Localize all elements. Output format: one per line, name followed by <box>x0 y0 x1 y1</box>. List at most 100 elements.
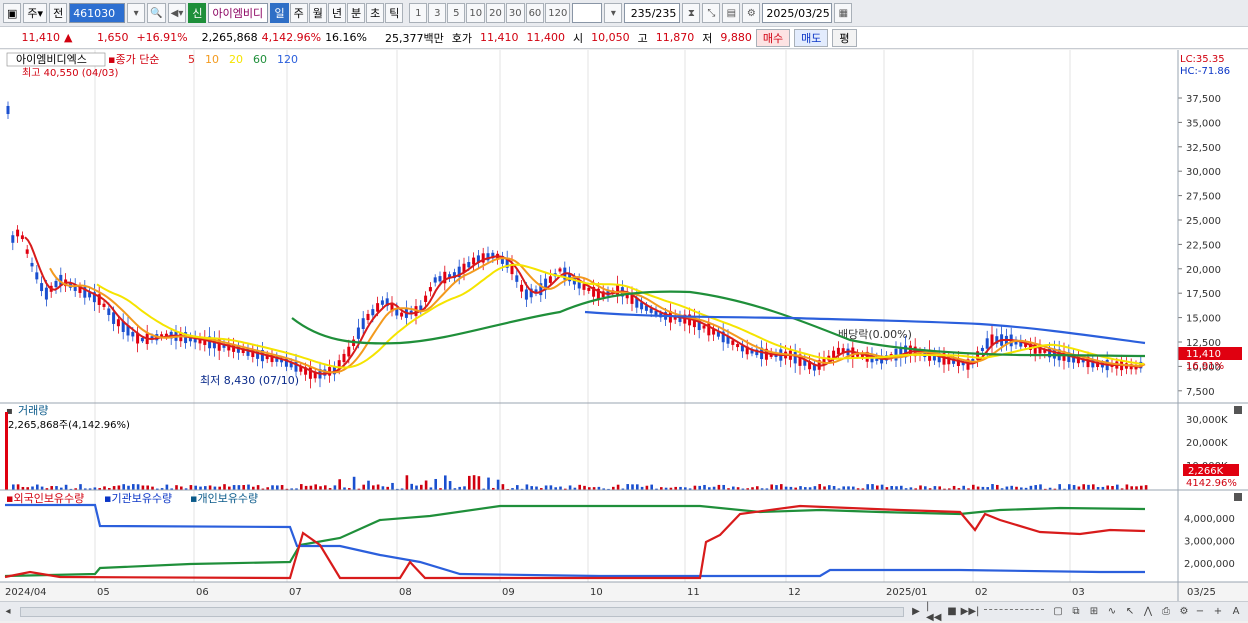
count-field[interactable]: 235/235 <box>624 3 681 23</box>
buy-button[interactable]: 매수 <box>755 28 791 47</box>
draw-icon[interactable]: ⤡ <box>702 3 721 23</box>
calendar-icon[interactable]: ▦ <box>834 3 853 23</box>
candle-body <box>16 229 20 237</box>
scroll-left-icon[interactable]: ◂ <box>0 604 16 620</box>
period-tab-2[interactable]: 월 <box>308 3 327 23</box>
low-annotation: 최저 8,430 (07/10) <box>200 374 299 387</box>
number-tab-10[interactable]: 10 <box>466 3 486 23</box>
candle-body <box>6 105 10 115</box>
playback-control-0[interactable]: ▶ <box>908 604 924 620</box>
volume-panel-close-icon[interactable] <box>1234 406 1242 414</box>
number-tab-20[interactable]: 20 <box>486 3 505 23</box>
print-icon[interactable]: ⎙ <box>1158 604 1174 620</box>
zoom-control-2[interactable]: A <box>1228 604 1244 620</box>
period-tab-3[interactable]: 년 <box>327 3 346 23</box>
zoom-slider[interactable] <box>984 608 1044 615</box>
candle-body <box>472 257 476 265</box>
custom-period-input[interactable] <box>572 3 603 23</box>
volume-bar <box>1029 485 1033 490</box>
number-tab-60[interactable]: 60 <box>525 3 545 23</box>
custom-dropdown-icon[interactable]: ▾ <box>604 3 623 23</box>
period-tab-0[interactable]: 일 <box>270 3 289 23</box>
volume-bar <box>962 485 965 490</box>
number-tab-5[interactable]: 5 <box>447 3 466 23</box>
volume-bar <box>1092 484 1095 490</box>
volume-bar <box>208 485 212 490</box>
volume-tag-pct: 4142.96% <box>1186 478 1237 489</box>
zoom-control-1[interactable]: + <box>1210 604 1226 620</box>
candle-body <box>107 308 111 316</box>
new-badge: 신 <box>188 3 207 23</box>
period-tab-5[interactable]: 초 <box>366 3 385 23</box>
scroll-track[interactable] <box>20 606 904 617</box>
current-price-pct: 16.91% <box>1186 361 1224 372</box>
volume-bar <box>1058 484 1061 490</box>
code-dropdown-icon[interactable]: ▾ <box>127 3 146 23</box>
x-tick: 05 <box>97 587 110 598</box>
holding-panel-close-icon[interactable] <box>1234 493 1242 501</box>
candle-body <box>548 276 552 283</box>
volume-bar <box>12 484 15 490</box>
change-arrow: ▲ <box>64 31 73 44</box>
speaker-icon[interactable]: ◀▾ <box>167 3 187 23</box>
price-tick: 27,500 <box>1186 192 1221 203</box>
volume-bar <box>324 485 327 490</box>
copy-icon[interactable]: ⧉ <box>1068 604 1084 620</box>
layout-icon[interactable]: ▣ <box>3 3 22 23</box>
playback-control-3[interactable]: ▶▶| <box>961 604 980 620</box>
candle-body <box>347 346 351 357</box>
ma-legend-label: ▪종가 단순 <box>108 53 159 66</box>
number-tab-120[interactable]: 120 <box>545 3 571 23</box>
volume-bar <box>650 484 653 490</box>
volume-bar <box>232 485 236 490</box>
search-icon[interactable]: 🔍 <box>147 3 166 23</box>
stock-chart[interactable]: 아이엠비디엑스 ▪종가 단순 5 10 20 60 120 최고 40,550 (04/0… <box>0 50 1248 602</box>
zigzag-icon[interactable]: ⋀ <box>1140 604 1156 620</box>
playback-control-1[interactable]: |◀◀ <box>926 601 942 623</box>
market-select[interactable]: 주 ▾ <box>23 3 48 23</box>
sell-button[interactable]: 매도 <box>794 28 829 47</box>
price-tick: 22,500 <box>1186 240 1221 251</box>
save-icon[interactable]: ▤ <box>722 3 741 23</box>
volume-bar <box>189 485 193 490</box>
volume-bar <box>895 486 898 490</box>
number-tab-30[interactable]: 30 <box>505 3 525 23</box>
volume-bar <box>434 478 437 490</box>
x-tick: 02 <box>975 587 988 598</box>
candle-body <box>131 332 135 337</box>
period-tab-6[interactable]: 틱 <box>385 3 404 23</box>
period-tab-4[interactable]: 분 <box>346 3 366 23</box>
chart-type-icon[interactable]: ⧗ <box>682 3 701 23</box>
arrow-icon[interactable]: ↖ <box>1122 604 1138 620</box>
holding-legend-1: ▪기관보유수량 <box>104 492 172 505</box>
volume-bar <box>770 484 773 490</box>
volume-bar <box>338 479 341 490</box>
period-tab-1[interactable]: 주 <box>289 3 308 23</box>
code-input[interactable]: 461030 <box>69 3 126 23</box>
box-icon[interactable]: ▢ <box>1050 604 1066 620</box>
ma-legend-120: 120 <box>277 53 298 66</box>
date-input[interactable]: 2025/03/25 <box>762 3 833 23</box>
volume-bar <box>828 485 831 490</box>
volume-bar <box>530 486 533 490</box>
volume-bar <box>112 486 116 490</box>
eval-button[interactable]: 평 <box>832 28 857 47</box>
prev-button[interactable]: 전 <box>49 3 68 23</box>
count-total: /235 <box>651 6 677 20</box>
settings-icon[interactable]: ⚙ <box>1176 604 1192 620</box>
playback-control-2[interactable]: ■ <box>944 604 960 620</box>
volume-bar <box>103 486 106 490</box>
volume-bar <box>847 486 850 490</box>
number-tab-1[interactable]: 1 <box>409 3 428 23</box>
volume-bar <box>468 475 471 490</box>
x-tick: 2025/01 <box>886 587 928 598</box>
volume-bar <box>79 484 82 490</box>
trend-icon[interactable]: ∿ <box>1104 604 1120 620</box>
gear-icon[interactable]: ⚙ <box>742 3 761 23</box>
volume-bar <box>722 484 725 490</box>
number-tab-3[interactable]: 3 <box>428 3 447 23</box>
grid-icon[interactable]: ⊞ <box>1086 604 1102 620</box>
volume-bar <box>938 486 941 490</box>
zoom-control-0[interactable]: − <box>1192 604 1208 620</box>
open-label: 시 <box>573 31 584 45</box>
